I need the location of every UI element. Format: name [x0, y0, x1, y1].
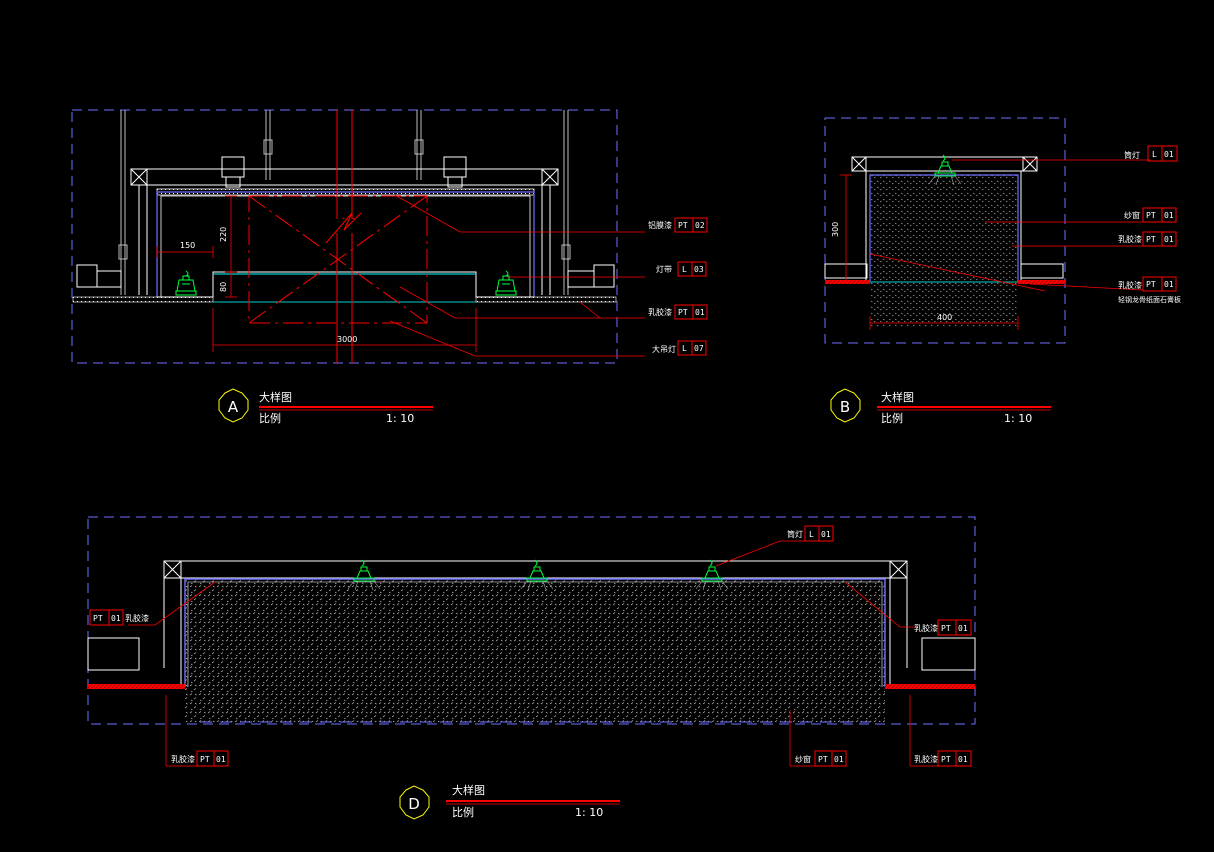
svg-text:1: 10: 1: 10 [575, 806, 603, 819]
svg-text:大样图: 大样图 [881, 390, 914, 404]
svg-text:03: 03 [694, 265, 704, 274]
svg-text:筒灯: 筒灯 [1124, 150, 1140, 160]
dim-3000: 3000 [337, 335, 357, 344]
detail-d-callout-bottom-left: 乳胶漆 PT 01 [171, 750, 229, 767]
detail-a-callout-3: 乳胶漆 PT 01 [648, 304, 708, 320]
detail-a-leaders [389, 194, 645, 357]
detail-d-callout-top: 筒灯 L 01 [787, 525, 834, 542]
svg-text:PT: PT [678, 221, 688, 230]
svg-text:L: L [682, 265, 687, 274]
dim-220: 220 [219, 227, 228, 242]
detail-d: 筒灯 L 01 PT 01 乳胶漆 乳胶漆 PT 01 乳胶漆 PT 01 纱窗 PT 0… [87, 516, 976, 820]
cad-drawing-canvas: 150 220 80 3000 铝膜漆 PT 02 灯带 L 03 乳胶漆 PT 01… [71, 109, 1181, 820]
svg-text:01: 01 [958, 755, 968, 764]
svg-text:筒灯: 筒灯 [787, 529, 803, 539]
svg-text:02: 02 [695, 221, 705, 230]
svg-text:PT: PT [93, 614, 103, 623]
detail-d-title-block: D 大样图 比例 1: 10 [399, 783, 620, 820]
svg-text:PT: PT [1146, 235, 1156, 244]
detail-d-callout-bottom-mid: 纱窗 PT 01 [795, 750, 847, 767]
svg-text:乳胶漆: 乳胶漆 [648, 307, 672, 317]
svg-text:01: 01 [958, 624, 968, 633]
detail-a-recess-outline [156, 191, 535, 297]
svg-text:PT: PT [678, 308, 688, 317]
detail-b-callout-2: 纱窗 PT 01 [1124, 207, 1177, 223]
detail-d-callout-left: PT 01 乳胶漆 [89, 609, 149, 626]
svg-text:PT: PT [1146, 211, 1156, 220]
svg-text:01: 01 [1164, 280, 1174, 289]
svg-text:01: 01 [216, 755, 226, 764]
svg-text:乳胶漆: 乳胶漆 [1118, 280, 1142, 290]
svg-text:乳胶漆: 乳胶漆 [1118, 234, 1142, 244]
svg-text:L: L [809, 530, 814, 539]
uplight-icon [175, 270, 197, 296]
dim-150: 150 [180, 241, 195, 250]
svg-text:L: L [682, 344, 687, 353]
svg-text:L: L [1152, 150, 1157, 159]
svg-text:大样图: 大样图 [452, 783, 485, 797]
svg-text:大吊灯: 大吊灯 [652, 344, 676, 354]
svg-text:01: 01 [834, 755, 844, 764]
dim-400: 400 [937, 313, 952, 322]
svg-text:铝膜漆: 铝膜漆 [648, 220, 672, 230]
svg-text:比例: 比例 [452, 805, 474, 819]
detail-a-hangers [118, 110, 571, 295]
svg-text:D: D [408, 795, 420, 813]
detail-b-title-block: B 大样图 比例 1: 10 [830, 388, 1051, 425]
detail-d-callout-bottom-right: 乳胶漆 PT 01 [914, 750, 972, 767]
svg-text:01: 01 [821, 530, 831, 539]
detail-b-note: 轻钢龙骨纸面石膏板 [1118, 295, 1181, 304]
svg-text:比例: 比例 [881, 411, 903, 425]
detail-b: 300 400 筒灯 L 01 纱窗 PT 01 乳胶漆 PT 01 乳胶漆 PT 01 [824, 117, 1181, 425]
svg-text:PT: PT [941, 755, 951, 764]
svg-text:07: 07 [694, 344, 704, 353]
svg-text:PT: PT [818, 755, 828, 764]
svg-text:01: 01 [1164, 235, 1174, 244]
detail-a: 150 220 80 3000 铝膜漆 PT 02 灯带 L 03 乳胶漆 PT 01… [71, 109, 708, 425]
detail-d-callout-right: 乳胶漆 PT 01 [914, 619, 972, 636]
svg-text:01: 01 [1164, 211, 1174, 220]
detail-b-callout-4: 乳胶漆 PT 01 轻钢龙骨纸面石膏板 [1118, 276, 1181, 304]
detail-a-viewport [71, 109, 618, 364]
svg-text:PT: PT [1146, 280, 1156, 289]
svg-text:纱窗: 纱窗 [795, 754, 811, 764]
svg-text:灯带: 灯带 [656, 264, 672, 274]
detail-b-callout-3: 乳胶漆 PT 01 [1118, 231, 1177, 247]
svg-text:01: 01 [695, 308, 705, 317]
detail-a-slab-left [72, 296, 214, 303]
svg-text:乳胶漆: 乳胶漆 [914, 754, 938, 764]
svg-text:PT: PT [941, 624, 951, 633]
svg-text:A: A [228, 398, 239, 416]
svg-text:01: 01 [111, 614, 121, 623]
detail-a-callout-1: 铝膜漆 PT 02 [648, 217, 708, 233]
detail-d-stipple-fill [185, 580, 885, 722]
svg-text:01: 01 [1164, 150, 1174, 159]
uplight-icon [495, 270, 517, 296]
svg-text:大样图: 大样图 [259, 390, 292, 404]
dim-80: 80 [219, 282, 228, 292]
svg-text:1: 10: 1: 10 [1004, 412, 1032, 425]
svg-text:乳胶漆: 乳胶漆 [125, 613, 149, 623]
detail-a-callout-4: 大吊灯 L 07 [652, 340, 707, 356]
svg-text:1: 10: 1: 10 [386, 412, 414, 425]
svg-text:乳胶漆: 乳胶漆 [171, 754, 195, 764]
detail-a-callout-2: 灯带 L 03 [656, 261, 707, 277]
svg-text:B: B [840, 398, 850, 416]
detail-a-title-block: A 大样图 比例 1: 10 [218, 388, 433, 425]
svg-text:比例: 比例 [259, 411, 281, 425]
dim-300: 300 [831, 222, 840, 237]
detail-b-callout-1: 筒灯 L 01 [1124, 145, 1178, 162]
detail-b-stipple-fill [870, 175, 1018, 327]
svg-text:PT: PT [200, 755, 210, 764]
svg-text:纱窗: 纱窗 [1124, 210, 1140, 220]
svg-text:乳胶漆: 乳胶漆 [914, 623, 938, 633]
detail-a-light-trough [157, 271, 534, 298]
detail-a-slab-right [475, 296, 617, 303]
